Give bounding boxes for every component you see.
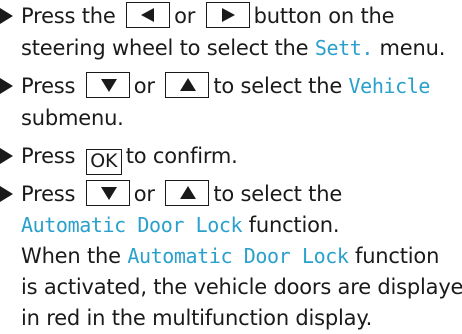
step-text: to select the [213,182,343,206]
step-4-line-5: in red in the multifunction display. [21,302,372,334]
step-text: is activated, the vehicle doors are disp… [21,275,462,299]
step-text: button on the [253,4,395,28]
step-text: Press [21,144,76,168]
function-name-highlight: Automatic Door Lock [21,213,243,237]
step-text: steering wheel to select the [21,36,309,60]
step-text: or [133,74,155,98]
step-text: to select the [213,74,343,98]
step-text: or [133,182,155,206]
step-text: function. [248,213,340,237]
step-text: or [174,4,196,28]
step-2-line-2: submenu. [21,102,124,134]
step-text: to confirm. [125,144,238,168]
instruction-page: Press the or button on the steering whee… [0,0,462,330]
step-3-line-1: Press OK to confirm. [21,140,238,175]
step-4-line-4: is activated, the vehicle doors are disp… [21,271,462,303]
bullet-arrow-icon [0,78,13,94]
function-name-highlight: Automatic Door Lock [127,244,349,268]
step-text: When the [21,244,121,268]
step-2-line-1: Press or to select the Vehicle [21,70,430,102]
step-text: Press [21,182,76,206]
step-4-line-3: When the Automatic Door Lock function [21,240,439,272]
up-button-icon [165,180,210,206]
step-1-line-1: Press the or button on the [21,0,395,32]
step-4-line-1: Press or to select the [21,178,342,210]
down-button-icon [85,180,130,206]
ok-button: OK [85,149,122,175]
step-text: function [355,244,440,268]
step-text: Press [21,74,76,98]
step-text: in red in the multifunction display. [21,306,373,330]
menu-name-highlight: Sett. [314,36,374,60]
down-button-icon [85,72,130,98]
bullet-arrow-icon [0,8,13,24]
step-text: submenu. [21,106,124,130]
left-button-icon [126,2,171,28]
bullet-arrow-icon [0,186,13,202]
up-button-icon [165,72,210,98]
submenu-name-highlight: Vehicle [348,74,431,98]
bullet-arrow-icon [0,148,13,164]
step-1-line-2: steering wheel to select the Sett. menu. [21,32,445,64]
step-text: Press the [21,4,116,28]
right-button-icon [205,2,250,28]
step-text: menu. [379,36,446,60]
step-4-line-2: Automatic Door Lock function. [21,209,340,241]
